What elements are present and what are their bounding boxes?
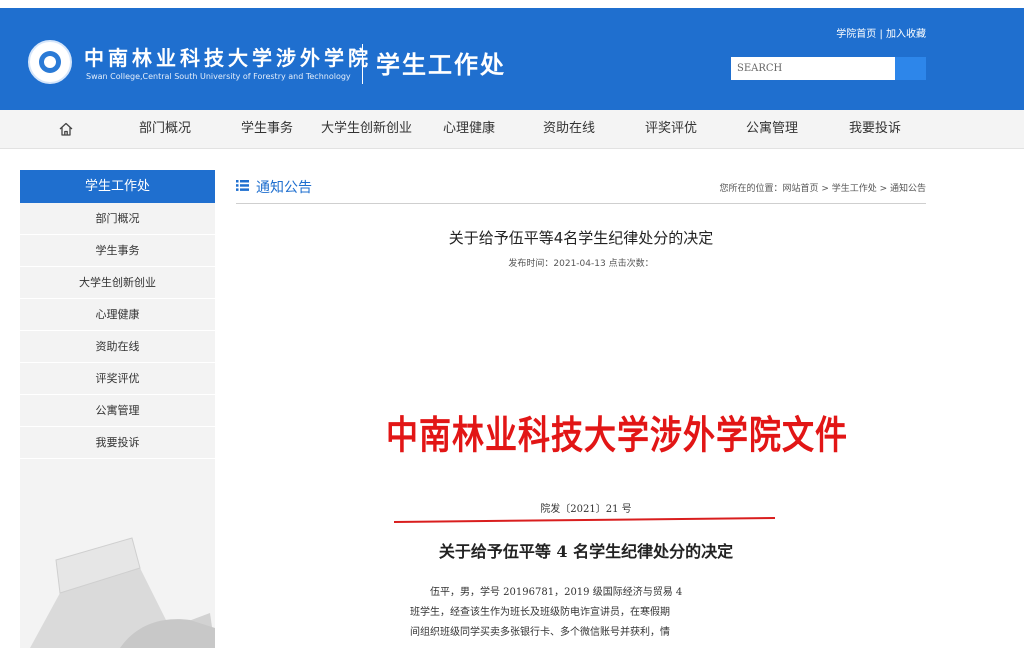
document-red-line bbox=[393, 517, 775, 523]
top-links-separator: | bbox=[879, 29, 883, 40]
search-input[interactable] bbox=[731, 57, 895, 80]
main-nav: 部门概况 学生事务 大学生创新创业 心理健康 资助在线 评奖评优 公寓管理 我要… bbox=[0, 110, 1024, 149]
home-page-link[interactable]: 学院首页 bbox=[836, 29, 876, 40]
top-strip bbox=[0, 0, 1024, 8]
list-icon bbox=[236, 180, 249, 191]
school-logo[interactable] bbox=[28, 40, 72, 84]
search-button[interactable] bbox=[895, 57, 926, 80]
sidebar-item-dormitory[interactable]: 公寓管理 bbox=[20, 395, 215, 427]
section-title: 通知公告 bbox=[256, 180, 312, 196]
nav-item-financial-aid[interactable]: 资助在线 bbox=[543, 110, 595, 148]
site-header: 中南林业科技大学涉外学院 Swan College,Central South … bbox=[0, 8, 1024, 110]
sidebar-item-financial-aid[interactable]: 资助在线 bbox=[20, 331, 215, 363]
sidebar-item-awards[interactable]: 评奖评优 bbox=[20, 363, 215, 395]
dept-title: 学生工作处 bbox=[376, 50, 506, 79]
document-line: 间组织班级同学买卖多张银行卡、多个微信账号并获利，情 bbox=[410, 627, 670, 638]
document-body: 伍平，男，学号 20196781，2019 级国际经济与贸易 4 班学生，经查该… bbox=[410, 583, 770, 643]
sidebar-title: 学生工作处 bbox=[20, 170, 215, 203]
article-title: 关于给予伍平等4名学生纪律处分的决定 bbox=[448, 229, 714, 247]
nav-item-student-affairs[interactable]: 学生事务 bbox=[241, 110, 293, 148]
sidebar-item-student-affairs[interactable]: 学生事务 bbox=[20, 235, 215, 267]
document-header: 中南林业科技大学涉外学院文件 bbox=[386, 412, 849, 459]
document-number: 院发〔2021〕21 号 bbox=[540, 504, 632, 515]
nav-item-awards[interactable]: 评奖评优 bbox=[645, 110, 697, 148]
school-name-en: Swan College,Central South University of… bbox=[86, 72, 351, 81]
document-line: 班学生，经查该生作为班长及班级防电诈宣讲员，在寒假期 bbox=[410, 607, 670, 618]
nav-item-dormitory[interactable]: 公寓管理 bbox=[746, 110, 798, 148]
sidebar-item-innovation[interactable]: 大学生创新创业 bbox=[20, 267, 215, 299]
nav-item-dept-overview[interactable]: 部门概况 bbox=[139, 110, 191, 148]
sidebar-item-dept-overview[interactable]: 部门概况 bbox=[20, 203, 215, 235]
document-line: 伍平，男，学号 20196781，2019 级国际经济与贸易 4 bbox=[430, 587, 683, 598]
sidebar-item-complaint[interactable]: 我要投诉 bbox=[20, 427, 215, 459]
sidebar: 学生工作处 部门概况 学生事务 大学生创新创业 心理健康 资助在线 评奖评优 公… bbox=[20, 170, 215, 648]
breadcrumb: 您所在的位置：网站首页 > 学生工作处 > 通知公告 bbox=[719, 184, 926, 194]
article-meta: 发布时间：2021-04-13 点击次数： bbox=[508, 259, 654, 269]
nav-item-mental-health[interactable]: 心理健康 bbox=[443, 110, 495, 148]
home-icon[interactable] bbox=[58, 121, 74, 137]
nav-item-complaint[interactable]: 我要投诉 bbox=[849, 110, 901, 148]
document-subtitle: 关于给予伍平等 4 名学生纪律处分的决定 bbox=[438, 542, 734, 561]
nav-item-innovation[interactable]: 大学生创新创业 bbox=[321, 110, 412, 148]
main-content: 通知公告 您所在的位置：网站首页 > 学生工作处 > 通知公告 关于给予伍平等4… bbox=[236, 170, 926, 638]
sidebar-item-mental-health[interactable]: 心理健康 bbox=[20, 299, 215, 331]
add-favorite-link[interactable]: 加入收藏 bbox=[886, 29, 926, 40]
school-name-cn: 中南林业科技大学涉外学院 bbox=[84, 46, 372, 70]
header-divider bbox=[362, 44, 363, 84]
laptop-decoration-image bbox=[30, 537, 215, 648]
logo-center bbox=[44, 56, 56, 68]
section-header: 通知公告 您所在的位置：网站首页 > 学生工作处 > 通知公告 bbox=[236, 170, 926, 204]
top-links: 学院首页 | 加入收藏 bbox=[836, 25, 926, 40]
